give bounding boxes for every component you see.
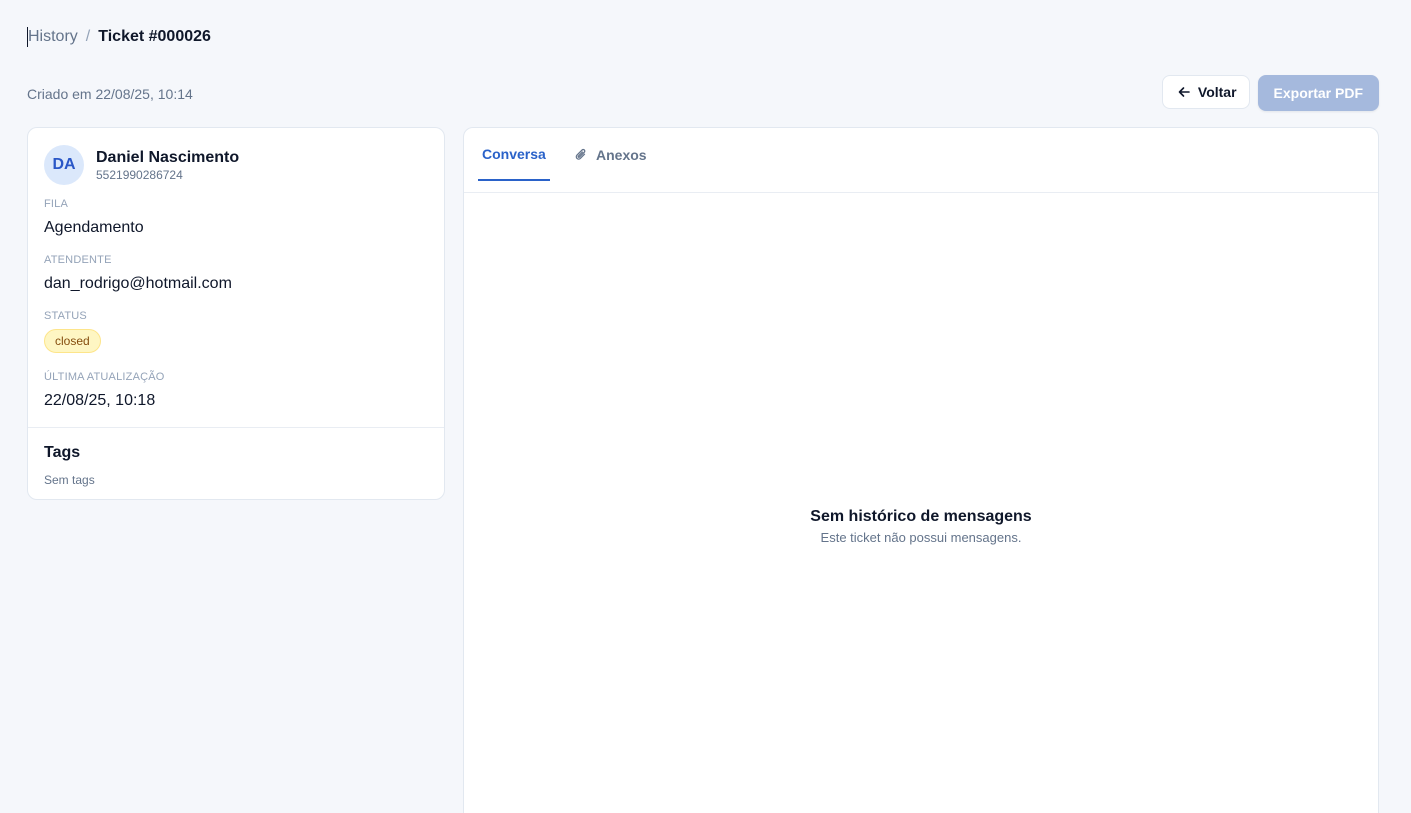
breadcrumb-history-link[interactable]: History bbox=[27, 27, 78, 47]
page-title: Ticket #000026 bbox=[98, 28, 211, 45]
arrow-left-icon bbox=[1178, 87, 1190, 97]
ticket-page: History / Ticket #000026 Criado em 22/08… bbox=[0, 0, 1411, 813]
tab-bar: Conversa Anexos bbox=[464, 128, 1378, 193]
avatar: DA bbox=[44, 145, 84, 185]
breadcrumb-separator: / bbox=[85, 28, 91, 45]
tags-title: Tags bbox=[44, 444, 81, 461]
back-button[interactable]: Voltar bbox=[1161, 75, 1250, 109]
created-date: Criado em 22/08/25, 10:14 bbox=[27, 86, 193, 102]
tab-anexos[interactable]: Anexos bbox=[574, 128, 647, 181]
updated-value: 22/08/25, 10:18 bbox=[44, 392, 156, 409]
messages-panel: Conversa Anexos Sem histórico de mensage… bbox=[463, 127, 1379, 813]
tab-anexos-label: Anexos bbox=[596, 146, 647, 163]
tab-conversa[interactable]: Conversa bbox=[478, 128, 550, 181]
export-pdf-button[interactable]: Exportar PDF bbox=[1257, 75, 1379, 111]
contact-name: Daniel Nascimento bbox=[96, 149, 240, 166]
divider bbox=[28, 427, 444, 428]
breadcrumb: History / Ticket #000026 bbox=[27, 27, 211, 47]
queue-label: FILA bbox=[44, 198, 69, 210]
contact-text: Daniel Nascimento 5521990286724 bbox=[96, 148, 239, 182]
empty-state: Sem histórico de mensagens Este ticket n… bbox=[464, 507, 1378, 546]
status-label: STATUS bbox=[44, 310, 87, 322]
tab-conversa-label: Conversa bbox=[482, 145, 546, 162]
updated-label: ÚLTIMA ATUALIZAÇÃO bbox=[44, 371, 165, 383]
empty-state-subtitle: Este ticket não possui mensagens. bbox=[820, 530, 1022, 545]
back-button-label: Voltar bbox=[1197, 84, 1237, 100]
header-actions: Voltar Exportar PDF bbox=[1161, 75, 1379, 111]
tags-empty-text: Sem tags bbox=[44, 473, 95, 487]
queue-value: Agendamento bbox=[44, 219, 144, 236]
paperclip-icon bbox=[575, 148, 586, 160]
agent-label: ATENDENTE bbox=[44, 254, 112, 266]
contact-info: DA Daniel Nascimento 5521990286724 bbox=[44, 145, 239, 185]
empty-state-title: Sem histórico de mensagens bbox=[810, 508, 1032, 525]
ticket-details-card: DA Daniel Nascimento 5521990286724 FILA … bbox=[27, 127, 445, 500]
status-badge: closed bbox=[44, 329, 101, 353]
agent-value: dan_rodrigo@hotmail.com bbox=[44, 275, 232, 292]
contact-phone: 5521990286724 bbox=[96, 168, 183, 182]
